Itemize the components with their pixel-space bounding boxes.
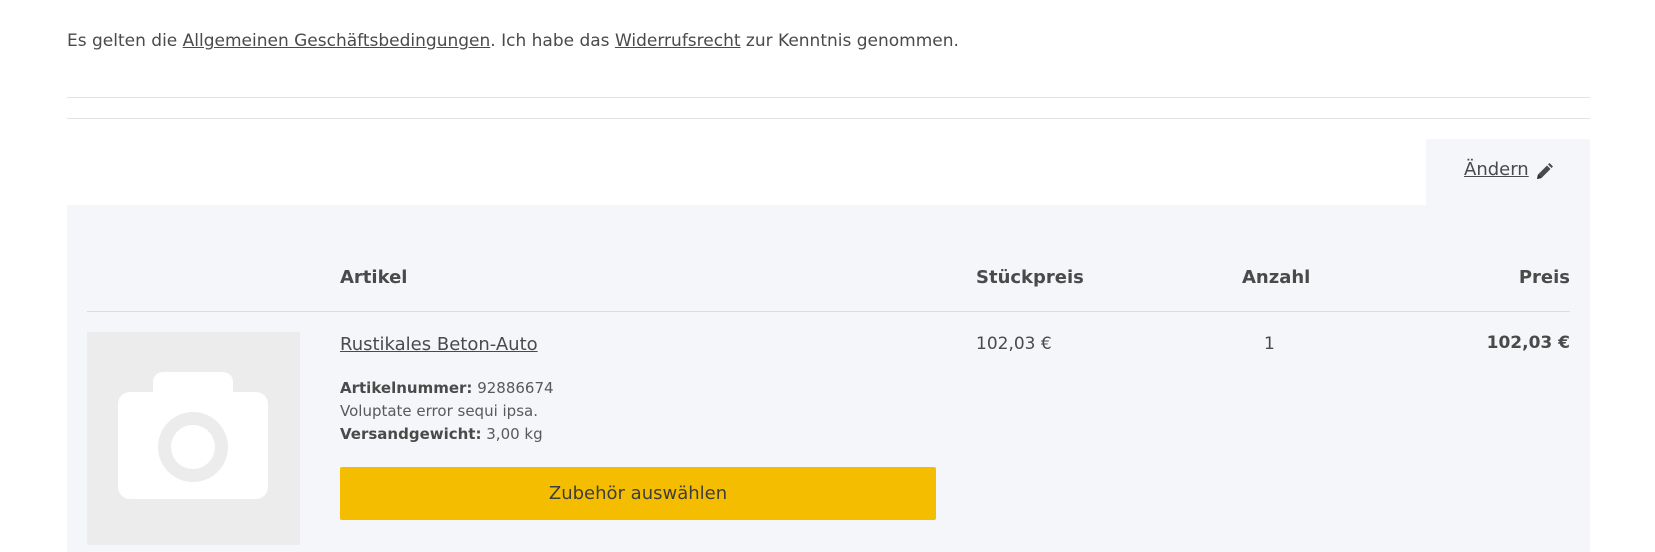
article-number: Artikelnummer: 92886674: [340, 379, 554, 397]
edit-cart-tab: Ändern: [1426, 139, 1590, 205]
product-name-link[interactable]: Rustikales Beton-Auto: [340, 334, 538, 355]
terms-prefix: Es gelten die: [67, 31, 183, 51]
header-divider: [87, 311, 1570, 312]
select-accessories-button[interactable]: Zubehör auswählen: [340, 467, 936, 520]
unit-price: 102,03 €: [976, 334, 1052, 354]
header-article: Artikel: [340, 267, 408, 288]
header-quantity: Anzahl: [1242, 267, 1311, 288]
quantity-value: 1: [1264, 334, 1275, 354]
product-image[interactable]: [87, 332, 300, 545]
pencil-icon[interactable]: [1534, 162, 1554, 182]
divider: [67, 97, 1590, 98]
header-price: Preis: [1518, 267, 1570, 288]
article-number-label: Artikelnummer:: [340, 379, 473, 397]
terms-suffix: zur Kenntnis genommen.: [740, 31, 959, 51]
shipping-weight: Versandgewicht: 3,00 kg: [340, 425, 543, 443]
product-description: Voluptate error sequi ipsa.: [340, 402, 538, 420]
agb-link[interactable]: Allgemeinen Geschäftsbedingungen: [183, 31, 491, 51]
cart-table: Artikel Stückpreis Anzahl Preis Rustikal…: [67, 205, 1590, 552]
terms-middle: . Ich habe das: [490, 31, 615, 51]
withdrawal-link[interactable]: Widerrufsrecht: [615, 31, 741, 51]
divider: [67, 118, 1590, 119]
line-total: 102,03 €: [1486, 333, 1570, 353]
article-number-value: 92886674: [477, 379, 554, 397]
shipping-weight-label: Versandgewicht:: [340, 425, 482, 443]
terms-notice: Es gelten die Allgemeinen Geschäftsbedin…: [67, 31, 959, 51]
edit-cart-link[interactable]: Ändern: [1464, 159, 1529, 180]
camera-icon: [118, 372, 268, 499]
shipping-weight-value: 3,00 kg: [486, 425, 543, 443]
header-unit-price: Stückpreis: [976, 267, 1084, 288]
